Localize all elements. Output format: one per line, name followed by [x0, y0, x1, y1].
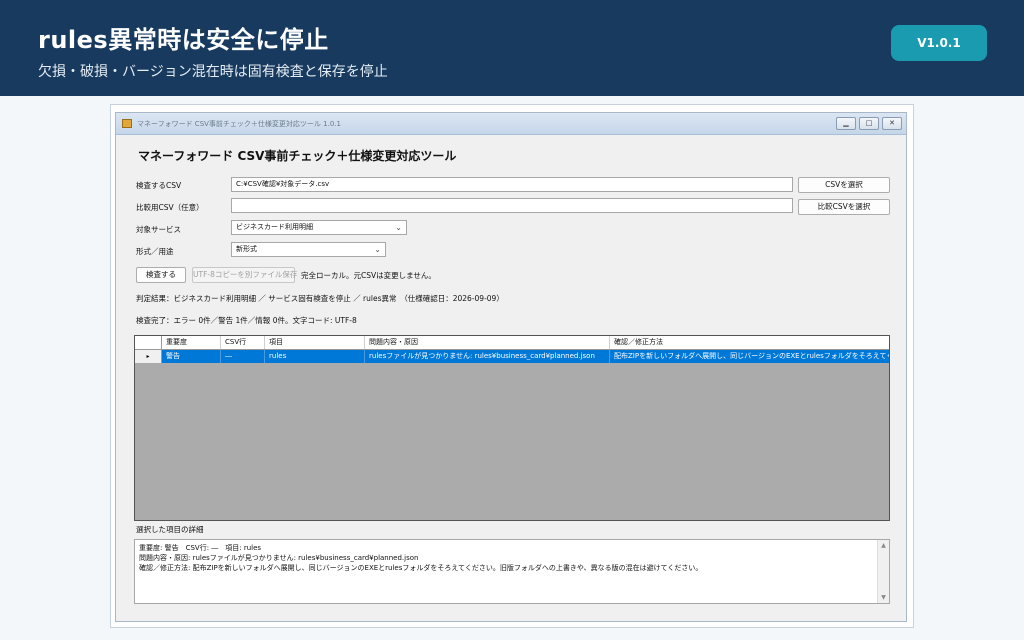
version-badge: V1.0.1: [891, 25, 987, 61]
chevron-down-icon: ⌄: [395, 223, 402, 232]
scroll-up-icon[interactable]: ▲: [878, 540, 889, 551]
results-table[interactable]: 重要度 CSV行 項目 問題内容・原因 確認／修正方法 ▸ 警告 ― rules…: [134, 335, 890, 521]
column-header-problem[interactable]: 問題内容・原因: [365, 336, 610, 349]
app-icon: [122, 119, 132, 128]
service-label: 対象サービス: [136, 225, 181, 234]
service-select-value: ビジネスカード利用明細: [236, 223, 313, 231]
csv-label: 検査するCSV: [136, 181, 182, 190]
minimize-icon[interactable]: ▁: [836, 117, 856, 130]
row-header-corner: [135, 336, 162, 349]
banner-title: rules異常時は安全に停止: [38, 26, 329, 54]
column-header-field[interactable]: 項目: [265, 336, 365, 349]
column-header-severity[interactable]: 重要度: [162, 336, 221, 349]
cell-csv-row: ―: [221, 350, 265, 363]
detail-line-2: 問題内容・原因: rulesファイルが見つかりません: rules¥busine…: [139, 554, 419, 562]
detail-label: 選択した項目の詳細: [136, 525, 204, 534]
column-header-csv-row[interactable]: CSV行: [221, 336, 265, 349]
detail-scrollbar[interactable]: ▲ ▼: [877, 540, 889, 603]
app-window: マネーフォワード CSV事前チェック＋仕様変更対応ツール 1.0.1 ▁ □ ✕…: [115, 112, 907, 622]
chevron-down-icon: ⌄: [374, 245, 381, 254]
cell-field: rules: [265, 350, 365, 363]
top-banner: rules異常時は安全に停止 欠損・破損・バージョン混在時は固有検査と保存を停止…: [0, 0, 1024, 96]
close-icon[interactable]: ✕: [882, 117, 902, 130]
verdict-text: 判定結果：ビジネスカード利用明細 ／ サービス固有検査を停止 ／ rules異常…: [136, 294, 504, 303]
csv-path-input[interactable]: C:¥CSV確認¥対象データ.csv: [231, 177, 793, 192]
table-header: 重要度 CSV行 項目 問題内容・原因 確認／修正方法: [135, 336, 889, 350]
select-compare-csv-button[interactable]: 比較CSVを選択: [798, 199, 890, 215]
window-titlebar[interactable]: マネーフォワード CSV事前チェック＋仕様変更対応ツール 1.0.1 ▁ □ ✕: [116, 113, 906, 135]
summary-text: 検査完了：エラー 0件／警告 1件／情報 0件。文字コード: UTF-8: [136, 316, 357, 325]
app-heading: マネーフォワード CSV事前チェック＋仕様変更対応ツール: [138, 149, 457, 163]
scroll-down-icon[interactable]: ▼: [878, 592, 889, 603]
compare-label: 比較用CSV（任意）: [136, 203, 204, 212]
format-label: 形式／用途: [136, 247, 174, 256]
row-selector-icon[interactable]: ▸: [135, 350, 162, 363]
service-select[interactable]: ビジネスカード利用明細 ⌄: [231, 220, 407, 235]
save-utf8-copy-button[interactable]: UTF-8コピーを別ファイル保存: [192, 267, 297, 283]
cell-fix: 配布ZIPを新しいフォルダへ展開し、同じバージョンのEXEとrulesフォルダを…: [614, 352, 890, 360]
compare-path-input[interactable]: [231, 198, 793, 213]
detail-line-1: 重要度: 警告 CSV行: ― 項目: rules: [139, 544, 262, 552]
maximize-icon[interactable]: □: [859, 117, 879, 130]
inspect-button[interactable]: 検査する: [136, 267, 186, 283]
banner-subtitle: 欠損・破損・バージョン混在時は固有検査と保存を停止: [38, 64, 388, 80]
format-select-value: 新形式: [236, 245, 257, 253]
detail-textarea[interactable]: 重要度: 警告 CSV行: ― 項目: rules 問題内容・原因: rules…: [134, 539, 890, 604]
cell-problem: rulesファイルが見つかりません: rules¥business_card¥p…: [365, 350, 610, 363]
local-note: 完全ローカル。元CSVは変更しません。: [301, 271, 436, 280]
table-row[interactable]: ▸ 警告 ― rules rulesファイルが見つかりません: rules¥bu…: [135, 350, 890, 363]
detail-line-3: 確認／修正方法: 配布ZIPを新しいフォルダへ展開し、同じバージョンのEXEとr…: [139, 564, 703, 572]
column-header-fix[interactable]: 確認／修正方法: [610, 336, 889, 349]
format-select[interactable]: 新形式 ⌄: [231, 242, 386, 257]
cell-severity: 警告: [162, 350, 221, 363]
window-title: マネーフォワード CSV事前チェック＋仕様変更対応ツール 1.0.1: [137, 120, 341, 128]
select-csv-button[interactable]: CSVを選択: [798, 177, 890, 193]
